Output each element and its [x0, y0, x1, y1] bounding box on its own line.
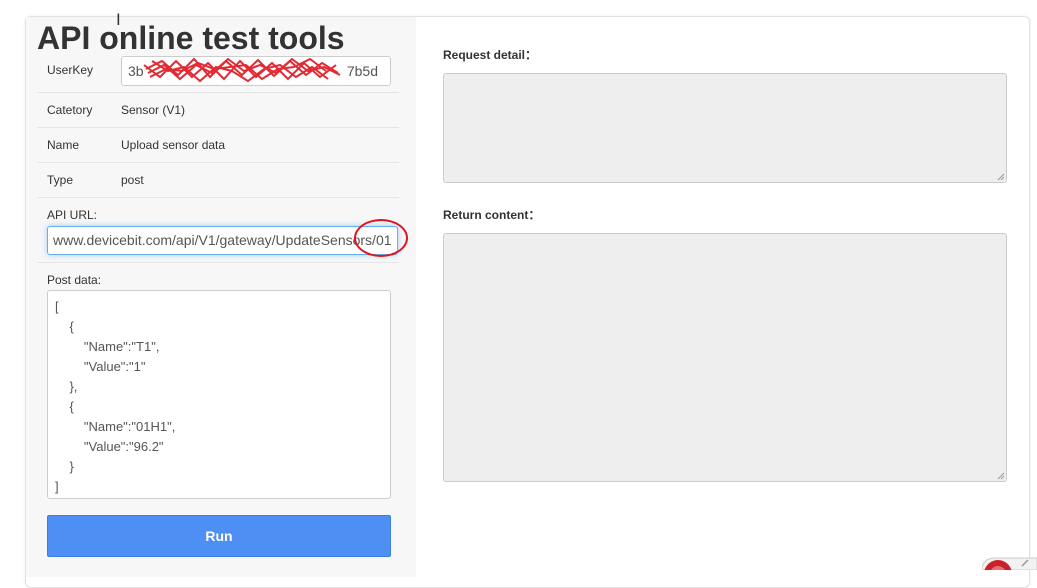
api-url-label: API URL: — [47, 208, 98, 222]
type-row: Type post — [37, 162, 399, 198]
name-row: Name Upload sensor data — [37, 127, 399, 163]
post-data-textarea[interactable]: [ { "Name":"T1", "Value":"1" }, { "Name"… — [47, 290, 391, 499]
floating-widget-icon[interactable] — [982, 556, 1037, 570]
post-data-label: Post data: — [47, 273, 102, 287]
run-button[interactable]: Run — [47, 515, 391, 557]
name-label: Name — [47, 138, 80, 152]
api-url-input[interactable]: www.devicebit.com/api/V1/gateway/UpdateS… — [47, 226, 398, 255]
redacted-scribble — [143, 57, 341, 83]
annotation-circle — [354, 219, 408, 257]
category-row: Catetory Sensor (V1) — [37, 92, 399, 128]
userkey-label: UserKey — [47, 63, 94, 77]
api-url-value: www.devicebit.com/api/V1/gateway/UpdateS… — [53, 232, 392, 248]
resize-grip-icon[interactable] — [997, 173, 1005, 181]
resize-grip-icon[interactable] — [997, 472, 1005, 480]
return-content-textarea[interactable] — [443, 233, 1007, 482]
return-content-label: Return content： — [443, 208, 541, 222]
name-value: Upload sensor data — [121, 138, 226, 152]
category-value: Sensor (V1) — [121, 103, 186, 117]
request-detail-label: Request detail： — [443, 48, 538, 62]
type-value: post — [121, 173, 144, 187]
userkey-value-suffix: 7b5d — [346, 63, 378, 79]
type-label: Type — [47, 173, 74, 187]
request-detail-textarea[interactable] — [443, 73, 1007, 183]
category-label: Catetory — [47, 103, 93, 117]
text-cursor-icon: I — [116, 10, 121, 29]
